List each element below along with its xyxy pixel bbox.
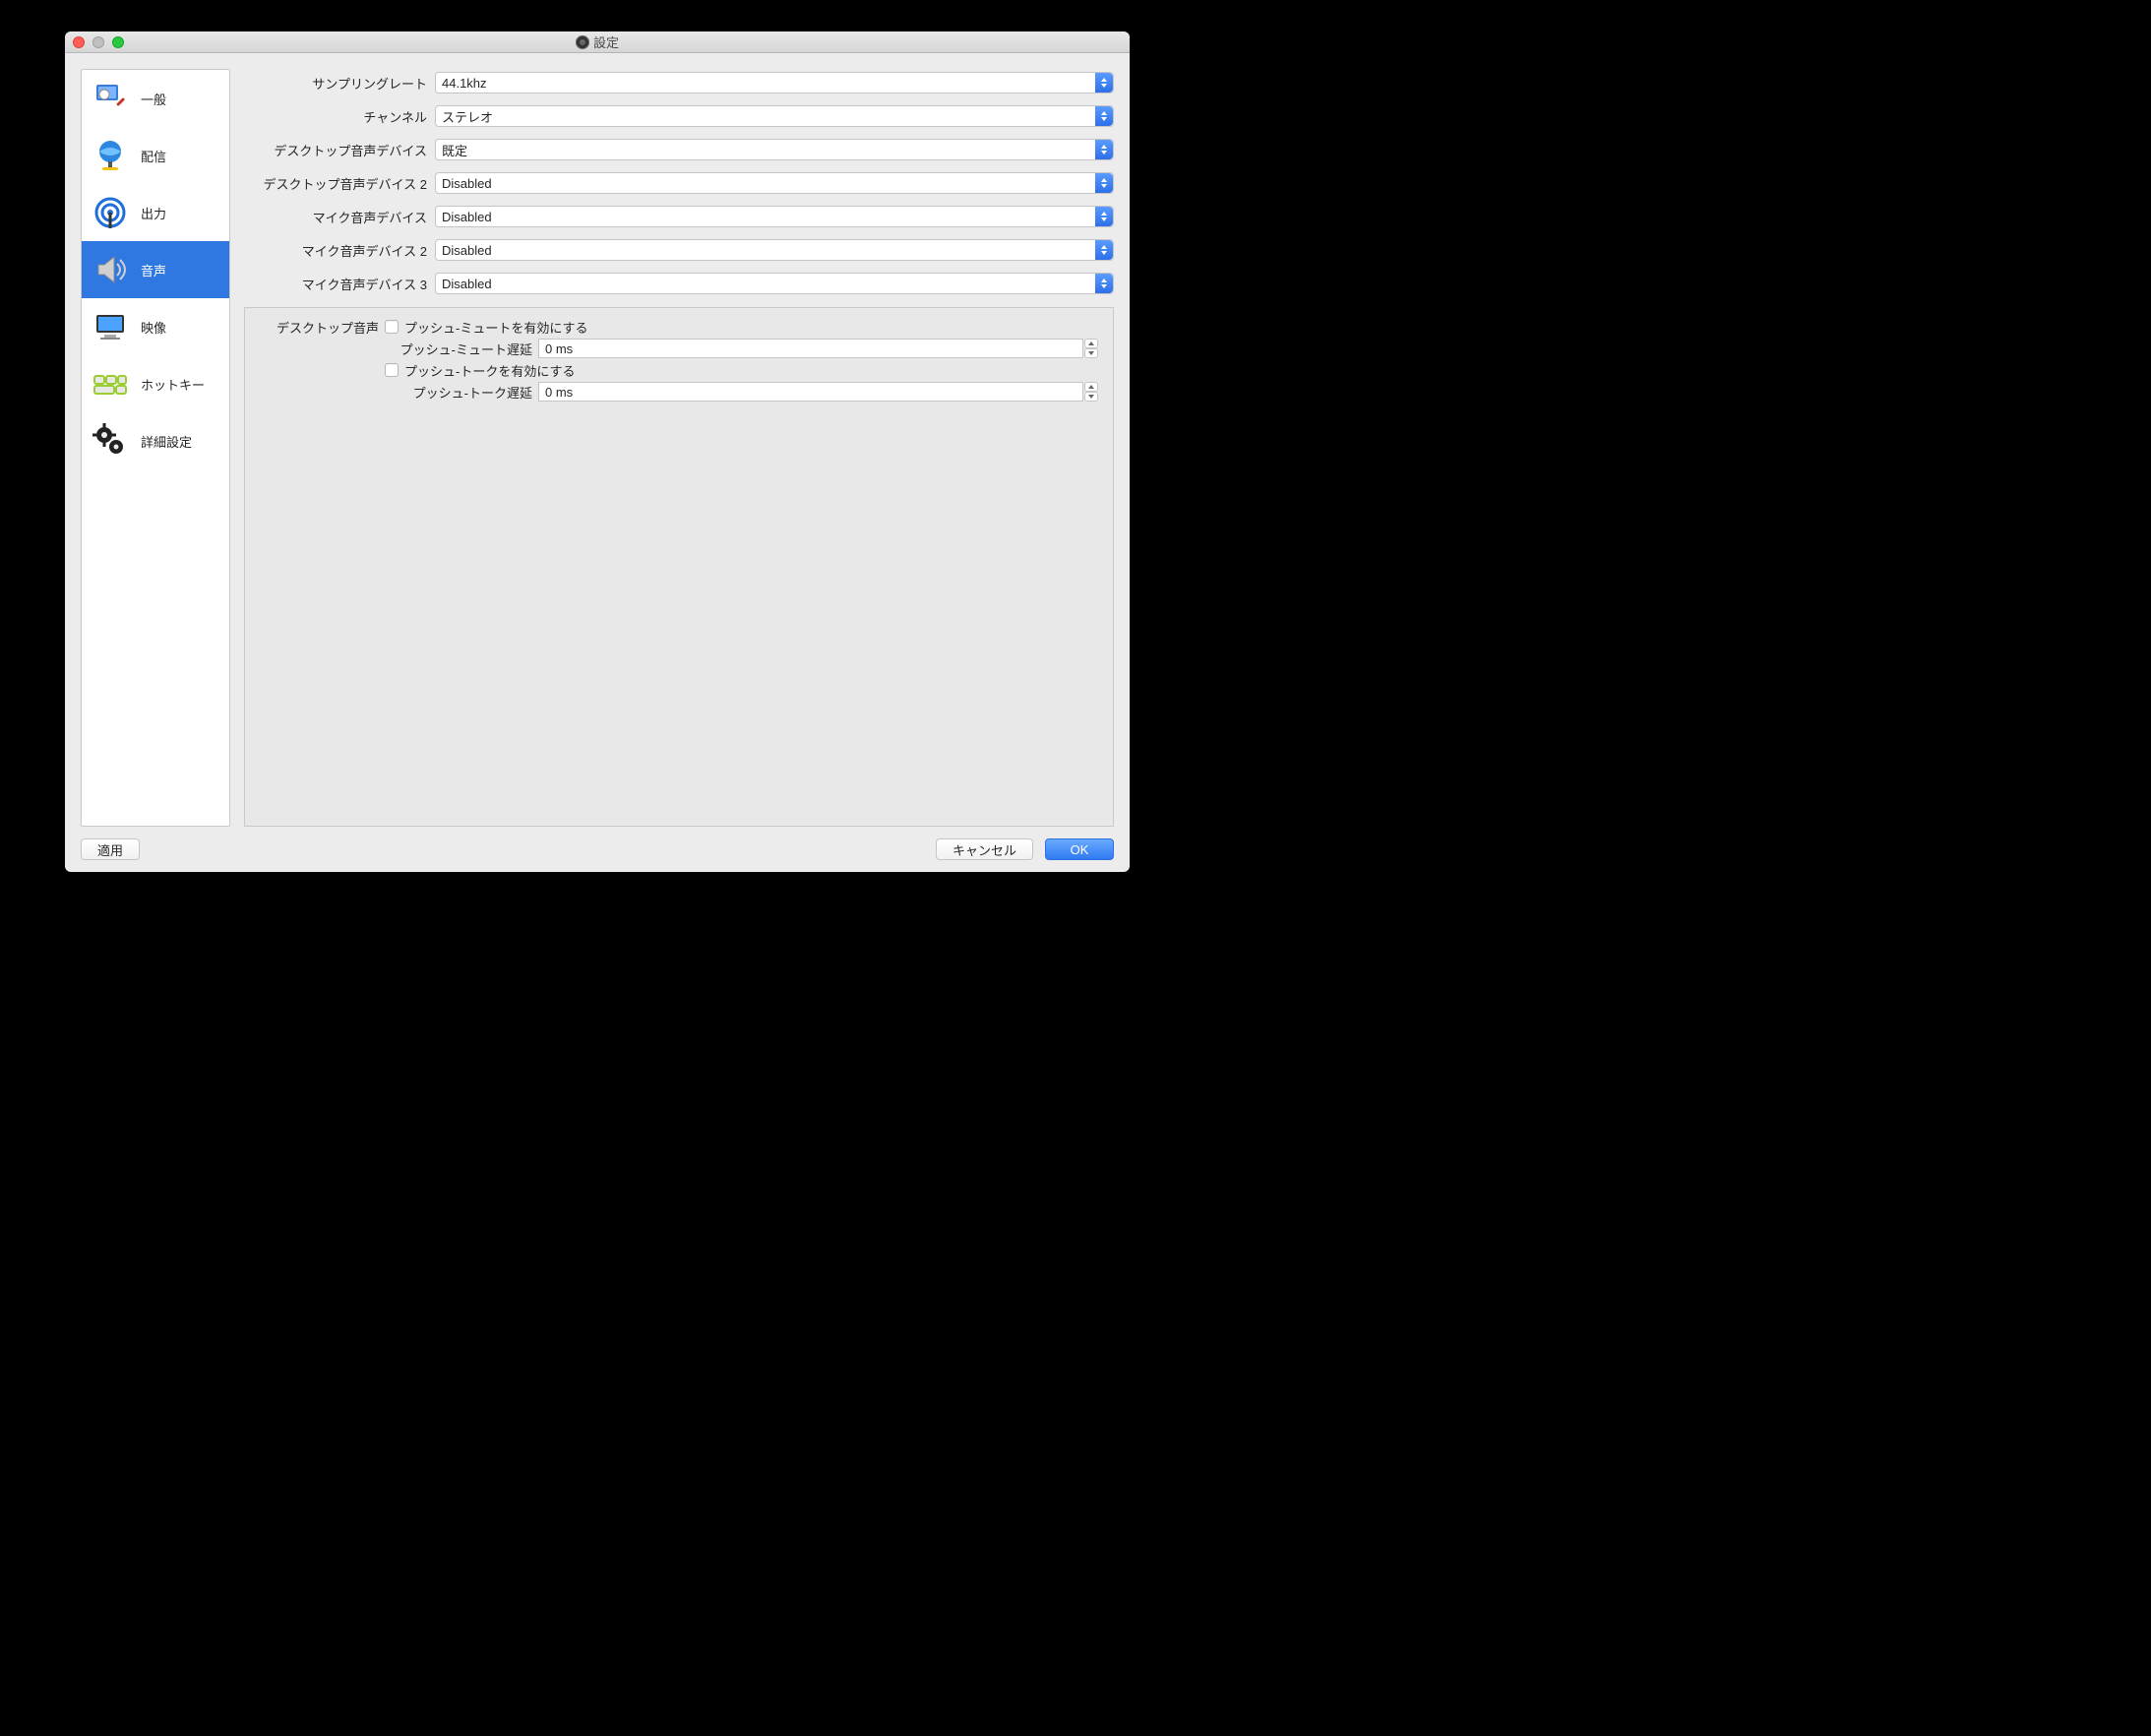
titlebar: 設定 — [65, 31, 1130, 53]
chevron-updown-icon — [1095, 73, 1113, 93]
label-mic-audio-3: マイク音声デバイス 3 — [244, 275, 427, 293]
settings-content: サンプリングレート 44.1khz チャンネル ステレオ デスクトップ音声デバイ… — [244, 69, 1114, 827]
select-desktop-audio[interactable]: 既定 — [435, 139, 1114, 160]
select-value: ステレオ — [442, 107, 493, 126]
row-push-talk-enable: プッシュ-トークを有効にする — [253, 359, 1105, 381]
sidebar-item-video[interactable]: 映像 — [82, 298, 229, 355]
window-title: 設定 — [65, 32, 1130, 51]
button-label: キャンセル — [953, 840, 1016, 859]
select-mic-audio[interactable]: Disabled — [435, 206, 1114, 227]
row-mic-audio-2: マイク音声デバイス 2 Disabled — [244, 236, 1114, 264]
spin-value: 0 ms — [545, 341, 573, 356]
label-desktop-audio-2: デスクトップ音声デバイス 2 — [244, 174, 427, 193]
row-push-mute-enable: デスクトップ音声 プッシュ-ミュートを有効にする — [253, 316, 1105, 338]
sidebar-item-label: 出力 — [141, 204, 166, 222]
row-push-talk-delay: プッシュ-トーク遅延 0 ms — [253, 381, 1105, 403]
chevron-updown-icon — [1095, 240, 1113, 260]
footer-right: キャンセル OK — [936, 838, 1114, 860]
row-desktop-audio-2: デスクトップ音声デバイス 2 Disabled — [244, 169, 1114, 197]
select-value: 44.1khz — [442, 76, 487, 91]
cancel-button[interactable]: キャンセル — [936, 838, 1033, 860]
sidebar-item-hotkeys[interactable]: ホットキー — [82, 355, 229, 412]
label-push-mute: プッシュ-ミュートを有効にする — [404, 318, 587, 337]
sidebar-item-label: 映像 — [141, 318, 166, 337]
label-desktop-audio: デスクトップ音声デバイス — [244, 141, 427, 159]
select-value: Disabled — [442, 277, 492, 291]
window-controls — [65, 36, 124, 48]
checkbox-push-talk[interactable] — [385, 363, 399, 377]
sidebar-item-label: 配信 — [141, 147, 166, 165]
select-channels[interactable]: ステレオ — [435, 105, 1114, 127]
chevron-updown-icon — [1095, 106, 1113, 126]
settings-sidebar: 一般 配信 — [81, 69, 230, 827]
select-sample-rate[interactable]: 44.1khz — [435, 72, 1114, 93]
row-mic-audio: マイク音声デバイス Disabled — [244, 203, 1114, 230]
sidebar-item-audio[interactable]: 音声 — [82, 241, 229, 298]
select-value: Disabled — [442, 243, 492, 258]
keyboard-icon — [90, 363, 131, 404]
label-mic-audio: マイク音声デバイス — [244, 208, 427, 226]
row-mic-audio-3: マイク音声デバイス 3 Disabled — [244, 270, 1114, 297]
monitor-icon — [90, 306, 131, 347]
select-value: Disabled — [442, 176, 492, 191]
select-value: 既定 — [442, 141, 467, 159]
label-push-talk: プッシュ-トークを有効にする — [404, 361, 575, 380]
checkbox-push-mute[interactable] — [385, 320, 399, 334]
select-desktop-audio-2[interactable]: Disabled — [435, 172, 1114, 194]
button-label: OK — [1071, 842, 1089, 857]
chevron-updown-icon — [1095, 173, 1113, 193]
chevron-updown-icon — [1095, 207, 1113, 226]
row-channels: チャンネル ステレオ — [244, 102, 1114, 130]
group-desktop-audio: デスクトップ音声 プッシュ-ミュートを有効にする プッシュ-ミュート遅延 0 m… — [244, 307, 1114, 827]
antenna-icon — [90, 192, 131, 233]
spin-push-talk-delay[interactable]: 0 ms — [538, 382, 1083, 402]
sidebar-item-label: 一般 — [141, 90, 166, 108]
select-value: Disabled — [442, 210, 492, 224]
sidebar-item-label: 音声 — [141, 261, 166, 279]
sidebar-item-general[interactable]: 一般 — [82, 70, 229, 127]
group-title: デスクトップ音声 — [253, 318, 379, 337]
label-push-talk-delay: プッシュ-トーク遅延 — [253, 383, 532, 402]
select-mic-audio-3[interactable]: Disabled — [435, 273, 1114, 294]
ok-button[interactable]: OK — [1045, 838, 1114, 860]
row-desktop-audio: デスクトップ音声デバイス 既定 — [244, 136, 1114, 163]
globe-icon — [90, 135, 131, 176]
chevron-updown-icon — [1095, 274, 1113, 293]
apply-button[interactable]: 適用 — [81, 838, 140, 860]
chevron-updown-icon — [1095, 140, 1113, 159]
dialog-body: 一般 配信 — [65, 53, 1130, 827]
row-push-mute-delay: プッシュ-ミュート遅延 0 ms — [253, 338, 1105, 359]
sidebar-item-label: 詳細設定 — [141, 432, 192, 451]
stepper-icon[interactable] — [1084, 339, 1098, 358]
label-mic-audio-2: マイク音声デバイス 2 — [244, 241, 427, 260]
sidebar-item-advanced[interactable]: 詳細設定 — [82, 412, 229, 469]
zoom-icon[interactable] — [112, 36, 124, 48]
minimize-icon[interactable] — [92, 36, 104, 48]
app-icon — [576, 35, 589, 49]
stepper-icon[interactable] — [1084, 382, 1098, 402]
sidebar-item-output[interactable]: 出力 — [82, 184, 229, 241]
spin-push-mute-delay[interactable]: 0 ms — [538, 339, 1083, 358]
sidebar-item-label: ホットキー — [141, 375, 205, 394]
spin-value: 0 ms — [545, 385, 573, 400]
gear-icon — [90, 420, 131, 462]
sidebar-item-stream[interactable]: 配信 — [82, 127, 229, 184]
wrench-icon — [90, 78, 131, 119]
select-mic-audio-2[interactable]: Disabled — [435, 239, 1114, 261]
button-label: 適用 — [97, 840, 123, 859]
label-push-mute-delay: プッシュ-ミュート遅延 — [253, 340, 532, 358]
dialog-footer: 適用 キャンセル OK — [65, 827, 1130, 872]
label-sample-rate: サンプリングレート — [244, 74, 427, 93]
settings-window: 設定 一般 — [65, 31, 1130, 872]
window-title-text: 設定 — [593, 32, 619, 51]
label-channels: チャンネル — [244, 107, 427, 126]
speaker-icon — [90, 249, 131, 290]
close-icon[interactable] — [73, 36, 85, 48]
row-sample-rate: サンプリングレート 44.1khz — [244, 69, 1114, 96]
